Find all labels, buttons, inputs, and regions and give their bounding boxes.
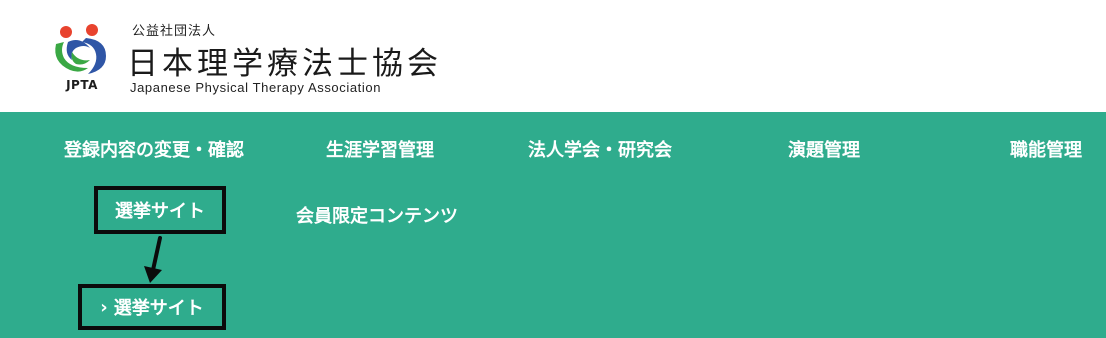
nav-item-members-only-content[interactable]: 会員限定コンテンツ: [296, 202, 458, 228]
nav-item-lifelong-learning[interactable]: 生涯学習管理: [326, 136, 434, 162]
logo-abbreviation: JPTA: [66, 78, 98, 92]
org-type-label: 公益社団法人: [132, 24, 217, 39]
jpta-logo-icon[interactable]: [50, 22, 112, 80]
chevron-right-icon: ›: [100, 296, 108, 318]
main-navigation: 登録内容の変更・確認 生涯学習管理 法人学会・研究会 演題管理 職能管理 選挙サ…: [0, 112, 1106, 338]
org-name[interactable]: 日本理学療法士協会: [127, 38, 442, 83]
nav-item-registration[interactable]: 登録内容の変更・確認: [64, 136, 244, 162]
nav-item-presentation-management[interactable]: 演題管理: [788, 136, 860, 162]
org-name-english: Japanese Physical Therapy Association: [130, 80, 382, 95]
submenu-election-site-link[interactable]: 選挙サイト: [114, 294, 204, 320]
election-site-submenu-highlight: › 選挙サイト: [78, 284, 226, 330]
nav-item-election-site[interactable]: 選挙サイト: [115, 197, 205, 223]
nav-item-professional-management[interactable]: 職能管理: [1010, 136, 1082, 162]
down-arrow-icon: [144, 236, 162, 283]
election-site-highlight: 選挙サイト: [94, 186, 226, 234]
nav-item-academic-society[interactable]: 法人学会・研究会: [528, 136, 672, 162]
site-header: JPTA 公益社団法人 日本理学療法士協会 Japanese Physical …: [0, 0, 1106, 112]
